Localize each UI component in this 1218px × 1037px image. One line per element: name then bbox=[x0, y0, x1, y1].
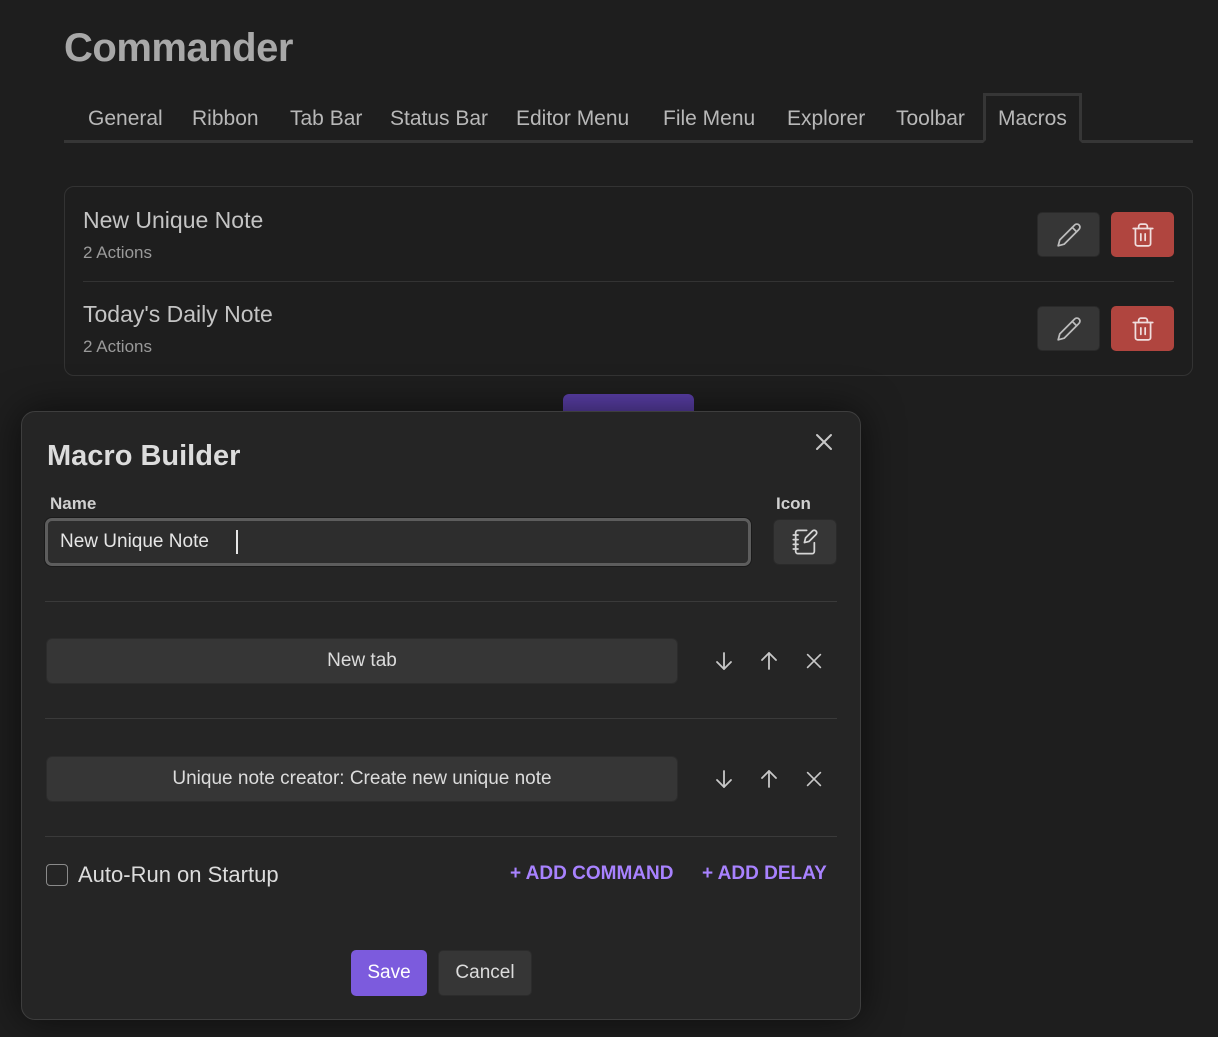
cancel-button[interactable]: Cancel bbox=[438, 950, 532, 996]
trash-icon bbox=[1131, 316, 1154, 341]
move-down-button[interactable] bbox=[711, 648, 737, 674]
text-caret bbox=[236, 530, 238, 554]
auto-run-label: Auto-Run on Startup bbox=[78, 862, 279, 887]
move-down-button[interactable] bbox=[711, 766, 737, 792]
tab-editor-menu[interactable]: Editor Menu bbox=[516, 93, 629, 143]
close-icon bbox=[816, 434, 832, 450]
delete-macro-button[interactable] bbox=[1111, 212, 1174, 257]
arrow-down-icon bbox=[716, 770, 732, 788]
icon-picker-button[interactable] bbox=[773, 519, 837, 565]
tab-toolbar[interactable]: Toolbar bbox=[896, 93, 965, 143]
remove-action-button[interactable] bbox=[801, 648, 827, 674]
tab-general[interactable]: General bbox=[88, 93, 163, 143]
tab-tab-bar[interactable]: Tab Bar bbox=[290, 93, 362, 143]
close-icon bbox=[806, 653, 822, 669]
macro-name-input[interactable] bbox=[45, 518, 751, 566]
auto-run-checkbox[interactable] bbox=[46, 864, 68, 886]
pencil-icon bbox=[1056, 222, 1081, 247]
divider bbox=[45, 718, 837, 719]
move-up-button[interactable] bbox=[756, 766, 782, 792]
add-command-button[interactable]: + ADD COMMAND bbox=[510, 863, 673, 885]
icon-label: Icon bbox=[776, 494, 811, 513]
pencil-icon bbox=[1056, 316, 1081, 341]
macro-action-count: 2 Actions bbox=[83, 243, 152, 262]
page-title: Commander bbox=[64, 26, 293, 70]
close-modal-button[interactable] bbox=[812, 430, 836, 454]
arrow-up-icon bbox=[761, 770, 777, 788]
remove-action-button[interactable] bbox=[801, 766, 827, 792]
divider bbox=[45, 836, 837, 837]
macro-builder-modal: Macro Builder Name Icon New tab Unique n… bbox=[21, 411, 861, 1020]
macro-action-count: 2 Actions bbox=[83, 337, 152, 356]
macro-name: New Unique Note bbox=[83, 207, 264, 233]
tab-explorer[interactable]: Explorer bbox=[787, 93, 865, 143]
move-up-button[interactable] bbox=[756, 648, 782, 674]
add-delay-button[interactable]: + ADD DELAY bbox=[702, 863, 827, 885]
list-item: Today's Daily Note 2 Actions bbox=[83, 281, 1174, 375]
settings-tabs: General Ribbon Tab Bar Status Bar Editor… bbox=[64, 93, 1193, 143]
list-item: New Unique Note 2 Actions bbox=[83, 187, 1174, 282]
divider bbox=[45, 601, 837, 602]
settings-page: Commander General Ribbon Tab Bar Status … bbox=[0, 0, 1218, 1037]
trash-icon bbox=[1131, 222, 1154, 247]
modal-title: Macro Builder bbox=[47, 440, 241, 472]
edit-macro-button[interactable] bbox=[1037, 306, 1100, 351]
tab-file-menu[interactable]: File Menu bbox=[663, 93, 755, 143]
tab-macros[interactable]: Macros bbox=[983, 93, 1082, 143]
arrow-up-icon bbox=[761, 652, 777, 670]
close-icon bbox=[806, 771, 822, 787]
delete-macro-button[interactable] bbox=[1111, 306, 1174, 351]
macro-action-command-button[interactable]: New tab bbox=[46, 638, 678, 684]
name-label: Name bbox=[50, 494, 97, 513]
save-button[interactable]: Save bbox=[351, 950, 427, 996]
edit-macro-button[interactable] bbox=[1037, 212, 1100, 257]
notebook-pen-icon bbox=[792, 529, 818, 555]
macro-list: New Unique Note 2 Actions Today's Daily … bbox=[64, 186, 1193, 376]
tab-status-bar[interactable]: Status Bar bbox=[390, 93, 488, 143]
macro-name: Today's Daily Note bbox=[83, 301, 273, 327]
arrow-down-icon bbox=[716, 652, 732, 670]
macro-action-command-button[interactable]: Unique note creator: Create new unique n… bbox=[46, 756, 678, 802]
tab-ribbon[interactable]: Ribbon bbox=[192, 93, 259, 143]
